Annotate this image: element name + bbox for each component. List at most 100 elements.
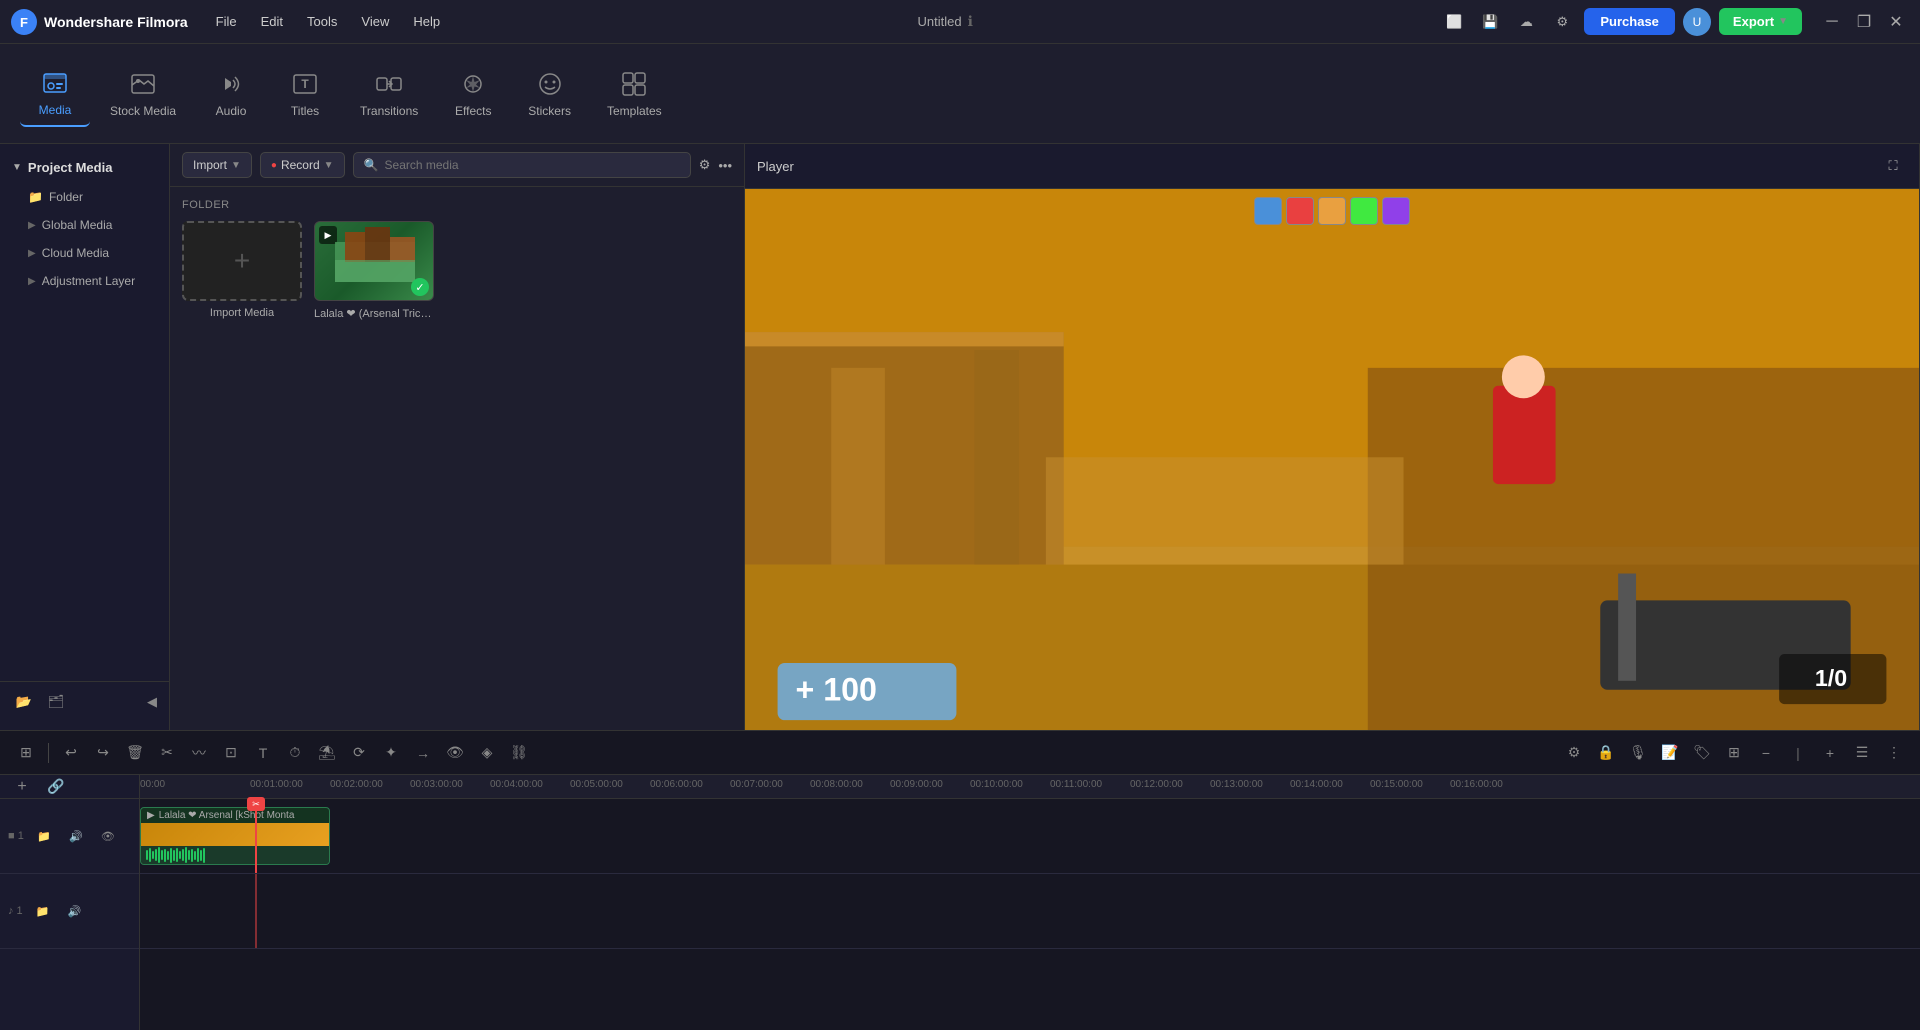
media-video-item[interactable]: ▶ ✓ Lalala ❤ (Arsenal Trick...: [314, 221, 434, 320]
import-media-thumb[interactable]: +: [182, 221, 302, 301]
waveform-bar-10: [173, 850, 175, 861]
track-folder-icon[interactable]: 📁: [30, 822, 58, 850]
cut-button[interactable]: ✂: [153, 739, 181, 767]
arrow-right-icon[interactable]: →: [409, 739, 437, 767]
track-eye-icon[interactable]: 👁: [94, 822, 122, 850]
layout-icon[interactable]: ⬜: [1440, 8, 1468, 36]
tl-tag-icon[interactable]: 🏷: [1688, 739, 1716, 767]
record-dot-icon: ●: [271, 160, 277, 171]
toolbar-stock-media[interactable]: Stock Media: [94, 62, 192, 126]
add-media-icon[interactable]: +: [8, 775, 36, 801]
toolbar-effects[interactable]: Effects: [438, 62, 508, 126]
tl-lock-icon[interactable]: 🔒: [1592, 739, 1620, 767]
tl-more-icon[interactable]: ⋮: [1880, 739, 1908, 767]
titles-icon: T: [291, 70, 319, 98]
link-tracks-icon[interactable]: 🔗: [42, 775, 70, 801]
player-avatar-1: [1254, 197, 1282, 225]
settings-icon[interactable]: ⚙: [1548, 8, 1576, 36]
tl-list-icon[interactable]: ☰: [1848, 739, 1876, 767]
ruler-mark-13: 00:13:00:00: [1210, 779, 1263, 790]
toolbar-titles[interactable]: T Titles: [270, 62, 340, 126]
more-icon[interactable]: •••: [718, 158, 732, 173]
sidebar-project-media-header[interactable]: ▼ Project Media: [0, 152, 169, 183]
tl-mic-icon[interactable]: 🎙: [1624, 739, 1652, 767]
purchase-button[interactable]: Purchase: [1584, 8, 1675, 35]
waveform-bar-8: [167, 851, 169, 860]
audio-split-icon[interactable]: 〰: [185, 739, 213, 767]
audio-track-row: [140, 874, 1920, 949]
toolbar-media[interactable]: Media: [20, 61, 90, 127]
filter-icon[interactable]: ⚙: [699, 157, 711, 173]
menu-view[interactable]: View: [351, 10, 399, 33]
crop-time-icon[interactable]: ⊡: [217, 739, 245, 767]
close-button[interactable]: ✕: [1882, 8, 1910, 36]
svg-text:1/0: 1/0: [1815, 665, 1847, 691]
sidebar-collapse-button[interactable]: ◀: [147, 694, 157, 710]
video-track-label: ■ 1 📁 🔊 👁: [0, 799, 139, 874]
toolbar-transitions[interactable]: Transitions: [344, 62, 434, 126]
folder-label: FOLDER: [182, 199, 732, 211]
sidebar-new-folder-icon[interactable]: 🗂: [44, 690, 68, 714]
crop-icon[interactable]: ✦: [377, 739, 405, 767]
media-grid: + Import Media ▶: [182, 221, 732, 320]
import-media-item[interactable]: + Import Media: [182, 221, 302, 320]
sidebar-section-project-media: ▼ Project Media 📁 Folder ▶ Global Media …: [0, 152, 169, 295]
audio-track-folder-icon[interactable]: 📁: [29, 897, 57, 925]
link-icon[interactable]: ⛓: [505, 739, 533, 767]
sidebar-item-folder[interactable]: 📁 Folder: [0, 183, 169, 211]
tracks-area: ▶ Lalala ❤ Arsenal [kShot Monta: [140, 799, 1920, 1030]
media-video-thumb[interactable]: ▶ ✓: [314, 221, 434, 301]
timeline-tracks[interactable]: 00:00 00:01:00:00 00:02:00:00 00:03:00:0…: [140, 775, 1920, 1030]
toolbar-audio[interactable]: Audio: [196, 62, 266, 126]
export-button[interactable]: Export ▼: [1719, 8, 1802, 35]
tl-text-icon[interactable]: 📝: [1656, 739, 1684, 767]
toolbar-templates[interactable]: Templates: [591, 62, 678, 126]
clip-header: ▶ Lalala ❤ Arsenal [kShot Monta: [141, 808, 329, 823]
record-button[interactable]: ● Record ▼: [260, 152, 345, 178]
sidebar-item-adjustment-layer[interactable]: ▶ Adjustment Layer: [0, 267, 169, 295]
import-button[interactable]: Import ▼: [182, 152, 252, 178]
speed-icon[interactable]: ⏱: [281, 739, 309, 767]
ruler-mark-5: 00:05:00:00: [570, 779, 623, 790]
ruler-mark-4: 00:04:00:00: [490, 779, 543, 790]
toolbar-stickers[interactable]: Stickers: [512, 62, 587, 126]
tl-settings-icon[interactable]: ⚙: [1560, 739, 1588, 767]
cloud-icon[interactable]: ☁: [1512, 8, 1540, 36]
audio-track-volume-icon[interactable]: 🔊: [61, 897, 89, 925]
sliders-icon[interactable]: ◈: [473, 739, 501, 767]
eye-icon[interactable]: 👁: [441, 739, 469, 767]
search-input[interactable]: [385, 158, 680, 172]
video-track-number: ■ 1: [8, 830, 24, 842]
tl-zoom-in-icon[interactable]: +: [1816, 739, 1844, 767]
maximize-button[interactable]: ❐: [1850, 8, 1878, 36]
text-add-icon[interactable]: T: [249, 739, 277, 767]
save-icon[interactable]: 💾: [1476, 8, 1504, 36]
waveform-bar-1: [146, 850, 148, 860]
minimize-button[interactable]: ─: [1818, 8, 1846, 36]
ruler-mark-2: 00:02:00:00: [330, 779, 383, 790]
timeline-layout-icon[interactable]: ⊞: [12, 739, 40, 767]
menu-tools[interactable]: Tools: [297, 10, 347, 33]
audio-track-controls: 📁 🔊: [29, 897, 89, 925]
menu-help[interactable]: Help: [403, 10, 450, 33]
fullscreen-icon[interactable]: ⛶: [1879, 152, 1907, 180]
redo-button[interactable]: ↪: [89, 739, 117, 767]
svg-text:T: T: [301, 77, 309, 91]
transform-icon[interactable]: ⟳: [345, 739, 373, 767]
video-clip[interactable]: ▶ Lalala ❤ Arsenal [kShot Monta: [140, 807, 330, 865]
track-volume-icon[interactable]: 🔊: [62, 822, 90, 850]
stabilize-icon[interactable]: ⛱: [313, 739, 341, 767]
menu-edit[interactable]: Edit: [251, 10, 293, 33]
avatar[interactable]: U: [1683, 8, 1711, 36]
tl-zoom-out-icon[interactable]: −: [1752, 739, 1780, 767]
sidebar-bottom: 📂 🗂 ◀: [0, 681, 169, 722]
main-area: ▼ Project Media 📁 Folder ▶ Global Media …: [0, 144, 1920, 730]
sidebar-add-folder-icon[interactable]: 📂: [12, 690, 36, 714]
playhead[interactable]: ✂: [255, 799, 257, 873]
sidebar-item-global-media[interactable]: ▶ Global Media: [0, 211, 169, 239]
sidebar-item-cloud-media[interactable]: ▶ Cloud Media: [0, 239, 169, 267]
menu-file[interactable]: File: [206, 10, 247, 33]
undo-button[interactable]: ↩: [57, 739, 85, 767]
delete-button[interactable]: 🗑: [121, 739, 149, 767]
tl-grid-icon[interactable]: ⊞: [1720, 739, 1748, 767]
